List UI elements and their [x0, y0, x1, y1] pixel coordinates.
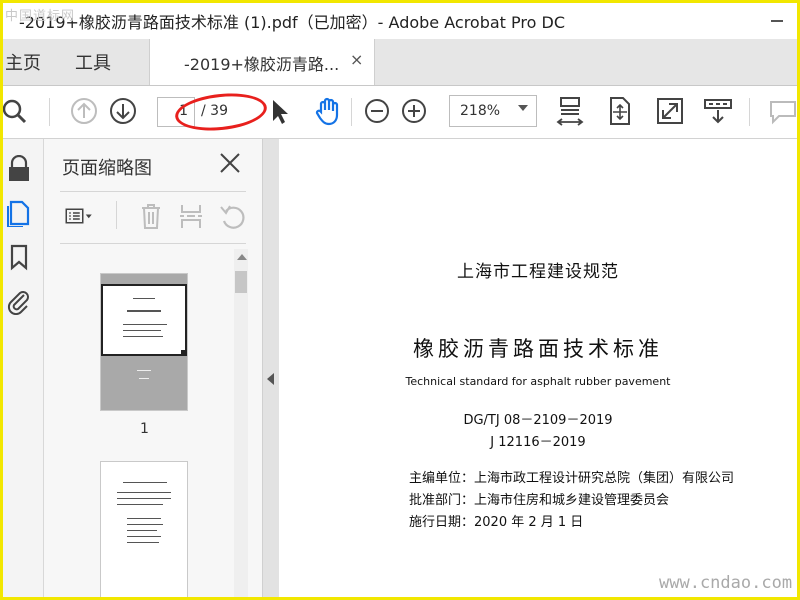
panel-collapse-bar[interactable] [263, 139, 279, 597]
document-approval: 批准部门：上海市住房和城乡建设管理委员会 [409, 493, 670, 508]
document-page: 上海市工程建设规范 橡胶沥青路面技术标准 Technical standard … [279, 139, 797, 597]
bookmark-icon[interactable] [5, 243, 33, 271]
title-bar: -2019+橡胶沥青路面技术标准 (1).pdf（已加密）- Adobe Acr… [3, 3, 797, 39]
document-code: DG/TJ 08－2109－2019 [463, 413, 613, 428]
thumbnail-text-line [127, 530, 157, 531]
zoom-out-icon[interactable] [362, 96, 392, 126]
panel-divider [60, 191, 246, 192]
window-title: -2019+橡胶沥青路面技术标准 (1).pdf（已加密）- Adobe Acr… [19, 13, 565, 32]
lock-icon[interactable] [5, 155, 33, 183]
panel-divider [60, 243, 246, 244]
thumbnails-panel: 页面缩略图 1 [44, 139, 263, 597]
read-mode-icon[interactable] [703, 96, 733, 126]
attachment-icon[interactable] [5, 287, 33, 315]
page-thumbnails-icon[interactable] [5, 199, 33, 227]
navigation-rail [3, 139, 44, 597]
app-window: -2019+橡胶沥青路面技术标准 (1).pdf（已加密）- Adobe Acr… [0, 0, 800, 600]
document-record-number: J 12116－2019 [490, 435, 586, 450]
toolbar-divider [351, 98, 352, 126]
zoom-in-icon[interactable] [399, 96, 429, 126]
thumbnail-text-line [117, 504, 163, 505]
fit-page-icon[interactable] [605, 96, 635, 126]
tab-document[interactable]: -2019+橡胶沥青路... × [149, 39, 375, 85]
document-chief-unit: 主编单位：上海市政工程设计研究总院（集团）有限公司 [409, 471, 735, 486]
select-cursor-icon[interactable] [265, 96, 295, 126]
tab-bar: 主页 工具 -2019+橡胶沥青路... × [3, 39, 797, 86]
extract-pages-icon[interactable] [176, 201, 206, 231]
thumbnail-text-line [117, 498, 171, 499]
thumbnail-text-line [123, 336, 163, 337]
scroll-up-arrow[interactable] [237, 254, 247, 260]
fit-width-icon[interactable] [555, 96, 585, 126]
thumbnail-text-line [133, 298, 155, 299]
close-tab-button[interactable]: × [350, 50, 363, 69]
close-icon[interactable] [216, 149, 244, 177]
watermark-top-left: 中国道标网 [5, 9, 76, 24]
full-screen-icon[interactable] [655, 96, 685, 126]
watermark-bottom-right: www.cndao.com [659, 573, 793, 593]
thumbnail-scrollbar[interactable] [234, 249, 248, 597]
document-english-title: Technical standard for asphalt rubber pa… [405, 375, 671, 388]
rotate-icon[interactable] [218, 201, 248, 231]
collapse-arrow-icon[interactable] [267, 373, 274, 385]
hand-tool-icon[interactable] [313, 96, 343, 126]
toolbar: 1 / 39 218% [3, 86, 797, 139]
page-thumbnail[interactable] [100, 273, 188, 411]
thumbnail-text-line [127, 542, 159, 543]
thumbnail-page-number: 1 [140, 421, 149, 437]
page-thumbnail[interactable] [100, 461, 188, 597]
zoom-select[interactable]: 218% [449, 95, 537, 127]
thumbnail-text-line [123, 330, 161, 331]
toolbar-divider [49, 98, 50, 126]
tab-document-label: -2019+橡胶沥青路... [184, 55, 340, 74]
tab-home[interactable]: 主页 [5, 49, 41, 75]
document-title: 橡胶沥青路面技术标准 [413, 337, 663, 361]
chevron-down-icon [518, 105, 528, 111]
minimize-button[interactable] [771, 20, 783, 22]
thumbnail-text-line [127, 518, 161, 519]
panel-divider [116, 201, 117, 229]
thumbnail-text-line [127, 536, 161, 537]
search-icon[interactable] [3, 96, 33, 126]
document-issuer: 上海市工程建设规范 [457, 262, 619, 282]
tab-tools[interactable]: 工具 [75, 49, 111, 75]
thumbnail-text-line [123, 482, 167, 483]
thumbnail-text-line [123, 324, 167, 325]
options-menu-icon[interactable] [64, 201, 94, 231]
zoom-value: 218% [460, 103, 501, 119]
thumbnail-text-line [117, 492, 171, 493]
next-page-icon[interactable] [108, 96, 138, 126]
comment-icon[interactable] [767, 96, 797, 126]
resize-handle[interactable] [181, 350, 187, 356]
trash-icon[interactable] [136, 201, 166, 231]
panel-title: 页面缩略图 [62, 158, 152, 179]
scrollbar-thumb[interactable] [235, 271, 247, 293]
toolbar-divider [749, 98, 750, 126]
thumbnail-text-line [127, 310, 161, 312]
document-effective-date: 施行日期：2020 年 2 月 1 日 [409, 515, 584, 530]
thumbnail-view-box[interactable] [101, 284, 187, 356]
thumbnail-text-line [127, 524, 163, 525]
previous-page-icon[interactable] [69, 96, 99, 126]
thumbnail-text-line [139, 378, 149, 379]
thumbnail-text-line [137, 370, 151, 371]
